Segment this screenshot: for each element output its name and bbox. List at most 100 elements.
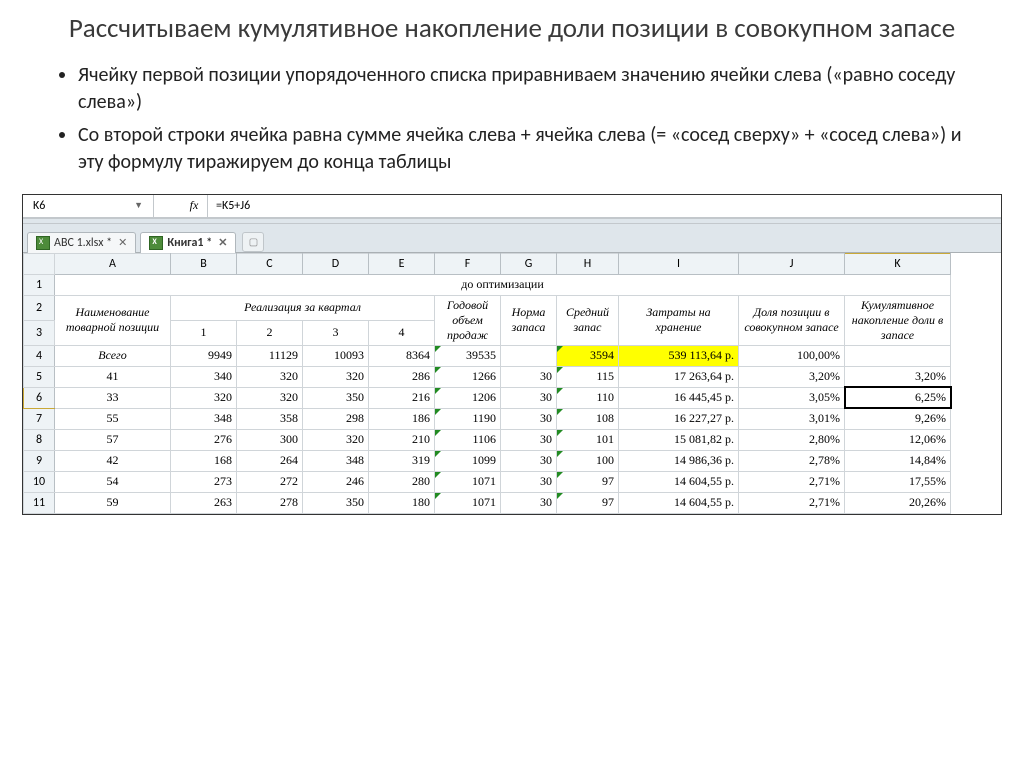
cell[interactable]: 30 xyxy=(501,408,557,429)
row-header[interactable]: 8 xyxy=(24,429,55,450)
cell[interactable]: 39535 xyxy=(435,345,501,366)
spreadsheet-grid[interactable]: A B C D E F G H I J K 1 до оптимизации xyxy=(23,253,951,514)
cell[interactable]: 286 xyxy=(369,366,435,387)
cell[interactable]: 101 xyxy=(557,429,619,450)
cell[interactable]: 320 xyxy=(237,387,303,408)
header-q1[interactable]: 1 xyxy=(171,320,237,345)
cell[interactable]: 1266 xyxy=(435,366,501,387)
cell[interactable]: 17,55% xyxy=(845,471,951,492)
header-q2[interactable]: 2 xyxy=(237,320,303,345)
cell[interactable]: 300 xyxy=(237,429,303,450)
cell[interactable]: 2,71% xyxy=(739,492,845,513)
cell[interactable]: 1206 xyxy=(435,387,501,408)
cell[interactable]: 30 xyxy=(501,450,557,471)
header-name[interactable]: Наименование товарной позиции xyxy=(55,295,171,345)
cell[interactable]: 14,84% xyxy=(845,450,951,471)
tab-kniga1[interactable]: Книга1 * ✕ xyxy=(140,232,236,253)
cell[interactable]: 16 445,45 р. xyxy=(619,387,739,408)
cell[interactable]: 273 xyxy=(171,471,237,492)
cell[interactable]: 12,06% xyxy=(845,429,951,450)
cell[interactable]: 30 xyxy=(501,387,557,408)
cell[interactable]: 54 xyxy=(55,471,171,492)
cell[interactable]: 3594 xyxy=(557,345,619,366)
row-header[interactable]: 1 xyxy=(24,274,55,295)
row-header[interactable]: 4 xyxy=(24,345,55,366)
cell[interactable]: 1099 xyxy=(435,450,501,471)
cell[interactable] xyxy=(501,345,557,366)
header-realiz[interactable]: Реализация за квартал xyxy=(171,295,435,320)
cell[interactable]: 348 xyxy=(171,408,237,429)
cell[interactable]: 3,01% xyxy=(739,408,845,429)
cell[interactable]: 33 xyxy=(55,387,171,408)
cell[interactable]: 20,26% xyxy=(845,492,951,513)
cell[interactable]: 539 113,64 р. xyxy=(619,345,739,366)
cell[interactable]: 3,05% xyxy=(739,387,845,408)
cell[interactable]: 320 xyxy=(303,429,369,450)
cell[interactable]: 210 xyxy=(369,429,435,450)
section-title[interactable]: до оптимизации xyxy=(55,274,951,295)
row-header[interactable]: 2 xyxy=(24,295,55,320)
col-header[interactable]: C xyxy=(237,253,303,274)
cell[interactable]: 350 xyxy=(303,387,369,408)
cell[interactable]: 14 604,55 р. xyxy=(619,492,739,513)
cell[interactable]: 15 081,82 р. xyxy=(619,429,739,450)
row-header[interactable]: 10 xyxy=(24,471,55,492)
cell[interactable]: 263 xyxy=(171,492,237,513)
col-header[interactable]: I xyxy=(619,253,739,274)
cell[interactable]: 100 xyxy=(557,450,619,471)
row-header[interactable]: 5 xyxy=(24,366,55,387)
cell[interactable]: 9949 xyxy=(171,345,237,366)
cell[interactable]: 55 xyxy=(55,408,171,429)
cell[interactable]: 30 xyxy=(501,429,557,450)
header-cumul[interactable]: Кумулятивное накопление доли в запасе xyxy=(845,295,951,345)
cell[interactable]: 30 xyxy=(501,492,557,513)
cell[interactable]: 16 227,27 р. xyxy=(619,408,739,429)
cell[interactable]: 59 xyxy=(55,492,171,513)
cell[interactable]: 14 604,55 р. xyxy=(619,471,739,492)
cell[interactable]: 2,80% xyxy=(739,429,845,450)
cell[interactable]: 30 xyxy=(501,366,557,387)
cell[interactable]: 320 xyxy=(237,366,303,387)
col-header[interactable]: A xyxy=(55,253,171,274)
cell[interactable]: 264 xyxy=(237,450,303,471)
new-tab-button[interactable]: ▢ xyxy=(242,232,264,252)
col-header[interactable]: D xyxy=(303,253,369,274)
cell[interactable]: 11129 xyxy=(237,345,303,366)
cell[interactable]: 340 xyxy=(171,366,237,387)
col-header[interactable]: G xyxy=(501,253,557,274)
cell[interactable]: 17 263,64 р. xyxy=(619,366,739,387)
cell[interactable]: 320 xyxy=(303,366,369,387)
cell[interactable]: 320 xyxy=(171,387,237,408)
cell[interactable]: 115 xyxy=(557,366,619,387)
cell[interactable]: 2,71% xyxy=(739,471,845,492)
header-norma[interactable]: Норма запаса xyxy=(501,295,557,345)
cell[interactable]: 14 986,36 р. xyxy=(619,450,739,471)
row-header[interactable]: 11 xyxy=(24,492,55,513)
row-header[interactable]: 7 xyxy=(24,408,55,429)
cell[interactable]: 30 xyxy=(501,471,557,492)
cell[interactable]: 180 xyxy=(369,492,435,513)
cell[interactable]: 41 xyxy=(55,366,171,387)
cell[interactable]: 2,78% xyxy=(739,450,845,471)
cell[interactable]: 9,26% xyxy=(845,408,951,429)
cell[interactable]: 280 xyxy=(369,471,435,492)
cell[interactable]: 246 xyxy=(303,471,369,492)
col-header[interactable]: E xyxy=(369,253,435,274)
header-avg[interactable]: Средний запас xyxy=(557,295,619,345)
cell[interactable]: 3,20% xyxy=(739,366,845,387)
row-header[interactable]: 6 xyxy=(24,387,55,408)
fx-icon[interactable]: fx xyxy=(181,195,208,217)
cell[interactable]: 10093 xyxy=(303,345,369,366)
col-header[interactable]: F xyxy=(435,253,501,274)
cell[interactable]: 1106 xyxy=(435,429,501,450)
cell[interactable]: 1071 xyxy=(435,471,501,492)
cell[interactable]: 348 xyxy=(303,450,369,471)
col-header[interactable]: K xyxy=(845,253,951,274)
cell[interactable]: 97 xyxy=(557,492,619,513)
cell[interactable]: Всего xyxy=(55,345,171,366)
select-all-corner[interactable] xyxy=(24,253,55,274)
cell[interactable]: 186 xyxy=(369,408,435,429)
header-share[interactable]: Доля позиции в совокупном запасе xyxy=(739,295,845,345)
row-header[interactable]: 3 xyxy=(24,320,55,345)
header-year[interactable]: Годовой объем продаж xyxy=(435,295,501,345)
